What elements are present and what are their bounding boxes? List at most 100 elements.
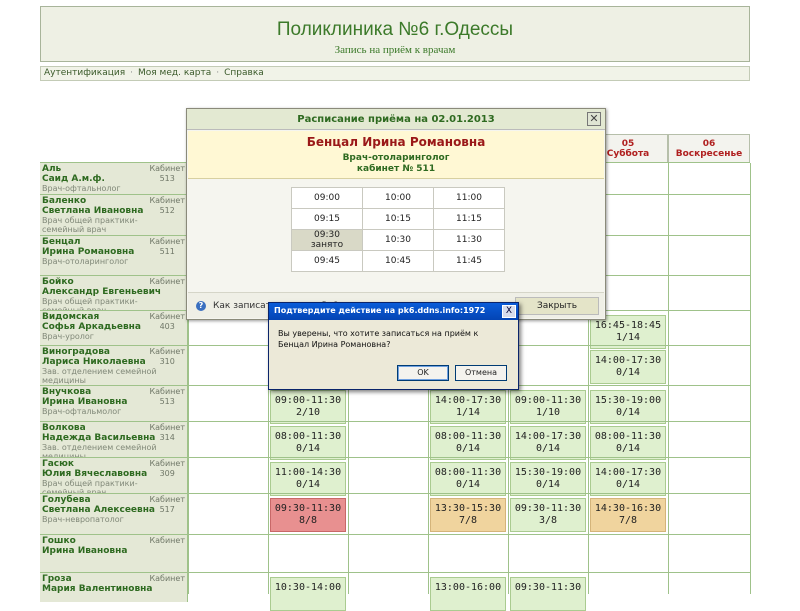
doctor-surname: Аль <box>42 164 62 174</box>
doctor-surname: Внучкова <box>42 387 92 397</box>
doctor-cell[interactable]: Аль Саид А.м.ф. Врач-офтальнолог Кабинет 513 <box>40 163 188 194</box>
cabinet-label: Кабинет <box>149 347 185 356</box>
time-slot[interactable]: 10:30 <box>362 229 434 251</box>
schedule-slot[interactable]: 15:30-19:000/14 <box>590 390 666 424</box>
slot-count: 0/14 <box>535 443 561 454</box>
slot-time: 13:00-16:00 <box>434 582 502 593</box>
slot-count: 0/14 <box>615 407 641 418</box>
doctor-cell[interactable]: Гошко Ирина Ивановна Кабинет <box>40 535 188 572</box>
doctor-surname: Бойко <box>42 277 74 287</box>
schedule-slot[interactable]: 10:30-14:00 <box>270 577 346 611</box>
schedule-slot[interactable]: 09:30-11:30 <box>510 577 586 611</box>
schedule-slot[interactable]: 09:30-11:30 8/8 <box>270 498 346 532</box>
doctor-surname: Гасюк <box>42 459 75 469</box>
schedule-slot[interactable]: 14:00-17:30 0/14 <box>590 350 666 384</box>
doctor-name: Виноградова Лариса Николаевна <box>42 347 162 367</box>
day-header-sunday: 06 Воскресенье <box>668 134 750 163</box>
slot-time: 16:45-18:45 <box>594 320 662 331</box>
schedule-slot[interactable]: 11:00-14:30 0/14 <box>270 462 346 496</box>
menu-card-link[interactable]: Моя мед. карта <box>138 68 211 78</box>
doctor-cell[interactable]: Баленко Светлана Ивановна Врач общей практ… <box>40 195 188 235</box>
schedule-slot[interactable]: 14:00-17:30 1/14 <box>430 390 506 424</box>
cabinet-info: Кабинет 512 <box>149 196 185 216</box>
menu-help-link[interactable]: Справка <box>224 68 264 78</box>
time-slot[interactable]: 10:15 <box>362 208 434 230</box>
confirm-dialog-title: Подтвердите действие на pk6.ddns.info:19… <box>269 303 518 320</box>
doctor-given-name: Надежда Васильевна <box>42 433 156 443</box>
slot-time: 10:30-14:00 <box>274 582 342 593</box>
schedule-slot[interactable]: 13:00-16:00 <box>430 577 506 611</box>
doctor-specialty: Зав. отделением семейной медицины <box>42 443 157 457</box>
slot-time: 09:00-11:30 <box>514 395 582 406</box>
cabinet-number: 511 <box>159 247 175 256</box>
doctor-surname: Волкова <box>42 423 86 433</box>
menu-auth-link[interactable]: Аутентификация <box>44 68 125 78</box>
cabinet-info: Кабинет 310 <box>149 347 185 367</box>
doctor-specialty: Врач общей практики-семейный врач <box>42 216 138 234</box>
time-slot[interactable]: 11:45 <box>433 250 505 272</box>
doctor-specialty: Врач-отоларинголог <box>42 257 129 266</box>
slot-count: 7/8 <box>458 515 478 526</box>
doctor-cell[interactable]: Видомская Софья Аркадьевна Врач-уролог Каби… <box>40 311 188 345</box>
close-button[interactable]: Закрыть <box>515 297 599 315</box>
doctor-cell[interactable]: Внучкова Ирина Ивановна Врач-офтальмолог Ка… <box>40 386 188 421</box>
schedule-slot[interactable]: 08:00-11:30 0/14 <box>590 426 666 460</box>
doctor-surname: Бенцал <box>42 237 81 247</box>
time-slot[interactable]: 11:30 <box>433 229 505 251</box>
cabinet-info: Кабинет 314 <box>149 423 185 443</box>
cancel-button[interactable]: Отмена <box>455 365 507 381</box>
doctor-cell[interactable]: Голубева Светлана Алексеевна Врач-невропат… <box>40 494 188 534</box>
time-slot[interactable]: 10:45 <box>362 250 434 272</box>
schedule-slot[interactable]: 09:00-11:30 2/10 <box>270 390 346 424</box>
close-icon[interactable]: X <box>502 305 516 318</box>
schedule-slot[interactable]: 08:00-11:30 0/14 <box>270 426 346 460</box>
time-slot-busy: 09:30 занято <box>291 229 363 251</box>
schedule-slot[interactable]: 13:30-15:30 7/8 <box>430 498 506 532</box>
doctor-name: Гасюк Юлия Вячеславовна <box>42 459 162 479</box>
schedule-slot[interactable]: 14:00-17:30 0/14 <box>510 426 586 460</box>
doctor-row: Гошко Ирина Ивановна Кабинет <box>40 534 750 572</box>
cabinet-number: 310 <box>159 357 175 366</box>
doctor-surname: Виноградова <box>42 347 111 357</box>
ok-button[interactable]: OK <box>397 365 449 381</box>
doctor-cell[interactable]: Волкова Надежда Васильевна Зав. отделением… <box>40 422 188 457</box>
doctor-cell[interactable]: Гасюк Юлия Вячеславовна Врач общей практик… <box>40 458 188 493</box>
close-icon[interactable]: ✕ <box>587 112 601 126</box>
schedule-slot[interactable]: 16:45-18:45 1/14 <box>590 315 666 349</box>
slot-count: 1/10 <box>535 407 561 418</box>
time-slot[interactable]: 11:15 <box>433 208 505 230</box>
schedule-slot[interactable]: 09:30-11:30 3/8 <box>510 498 586 532</box>
slot-count: 1/14 <box>615 332 641 343</box>
time-slot[interactable]: 09:15 <box>291 208 363 230</box>
top-menu: Аутентификация · Моя мед. карта · Справка <box>40 66 750 81</box>
slot-count: 0/14 <box>295 479 321 490</box>
schedule-slot[interactable]: 15:30-19:000/14 <box>510 462 586 496</box>
schedule-slot[interactable]: 14:00-17:30 0/14 <box>590 462 666 496</box>
cabinet-number: 513 <box>159 397 175 406</box>
slot-count: 2/10 <box>295 407 321 418</box>
schedule-slot[interactable]: 14:30-16:30 7/8 <box>590 498 666 532</box>
doctor-given-name: Саид А.м.ф. <box>42 174 105 184</box>
schedule-slot[interactable]: 08:00-11:30 0/14 <box>430 462 506 496</box>
time-slot[interactable]: 10:00 <box>362 187 434 209</box>
doctor-cell[interactable]: Бенцал Ирина Романовна Врач-отоларинголог К… <box>40 236 188 275</box>
schedule-modal: Расписание приёма на 02.01.2013 ✕ Бенцал… <box>186 108 606 320</box>
slot-count: 0/14 <box>455 479 481 490</box>
doctor-specialty: Зав. отделением семейной медицины <box>42 367 157 385</box>
doctor-cell[interactable]: Гроза Мария Валентиновна Кабинет <box>40 573 188 602</box>
cabinet-number: 513 <box>159 174 175 183</box>
doctor-cell[interactable]: Виноградова Лариса Николаевна Зав. отделен… <box>40 346 188 385</box>
site-subtitle: Запись на приём к врачам <box>334 44 456 56</box>
doctor-cell[interactable]: Бойко Александр Евгеньевич Врач общей прак… <box>40 276 188 310</box>
cabinet-label: Кабинет <box>149 574 185 583</box>
cabinet-info: Кабинет <box>149 574 185 584</box>
slot-time: 09:30-11:30 <box>514 582 582 593</box>
doctor-given-name: Ирина Ивановна <box>42 397 128 407</box>
schedule-slot[interactable]: 09:00-11:30 1/10 <box>510 390 586 424</box>
time-slot[interactable]: 09:00 <box>291 187 363 209</box>
schedule-slot[interactable]: 08:00-11:30 0/14 <box>430 426 506 460</box>
slot-time: 14:00-17:30 <box>434 395 502 406</box>
time-slot[interactable]: 11:00 <box>433 187 505 209</box>
time-slot[interactable]: 09:45 <box>291 250 363 272</box>
slot-time: 08:00-11:30 <box>594 431 662 442</box>
